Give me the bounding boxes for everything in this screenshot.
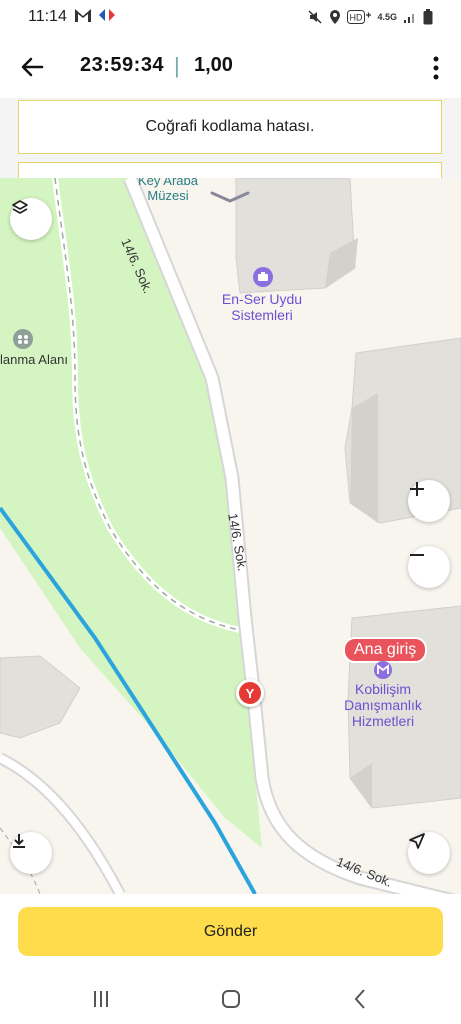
header-separator: | (174, 53, 180, 78)
carrefour-icon (99, 9, 115, 21)
gmail-icon (75, 9, 91, 22)
battery-icon (423, 9, 433, 25)
poi-en-ser-uydu[interactable]: En-Ser Uydu Sistemleri (212, 291, 312, 323)
park-area (0, 178, 262, 848)
status-left-icons (74, 7, 116, 23)
side-road (0, 752, 126, 894)
signal-icon (404, 14, 414, 23)
zoom-out-button[interactable] (408, 546, 450, 588)
map-view[interactable]: Key Araba Müzesi 14/6. Sok. En-Ser Uydu … (0, 178, 461, 894)
layers-icon (12, 200, 28, 214)
location-marker[interactable]: Y (236, 679, 264, 707)
svg-text:HD: HD (350, 13, 363, 23)
app-header: 23:59:34 | 1,00 (0, 36, 461, 98)
poi-en-ser-line2: Sistemleri (231, 307, 293, 323)
poi-kobilisim-line2: Danışmanlık (344, 697, 422, 713)
poi-kobilisim[interactable]: Kobilişim Danışmanlık Hizmetleri (333, 681, 433, 729)
briefcase-icon (253, 267, 273, 287)
zoom-in-button[interactable] (408, 480, 450, 522)
poi-kobilisim-line3: Hizmetleri (351, 713, 415, 729)
zoom-out-icon (410, 554, 424, 556)
poi-key-araba-line2: Müzesi (147, 188, 189, 203)
status-time: 11:14 (28, 8, 67, 25)
download-icon (13, 834, 25, 848)
marker-letter: Y (245, 685, 255, 701)
home-icon[interactable] (216, 986, 246, 1012)
status-right-icons: HD 4.5G (307, 9, 433, 25)
download-button[interactable] (10, 832, 52, 874)
poi-en-ser-line1: En-Ser Uydu (221, 291, 303, 307)
poi-key-araba-line1: Key Araba (138, 178, 198, 188)
hd-icon: HD (347, 10, 372, 24)
geocoding-error-message: Coğrafi kodlama hatası. (18, 100, 442, 154)
office-icon (374, 661, 392, 679)
navigate-button[interactable] (408, 832, 450, 874)
layers-button[interactable] (10, 198, 52, 240)
mute-icon (308, 10, 323, 24)
back-arrow-icon[interactable] (18, 52, 48, 82)
countdown-timer: 23:59:34 (80, 54, 165, 76)
park-area-label: lanma Alanı (0, 352, 68, 367)
zoom-in-icon (410, 482, 424, 496)
system-nav-bar (0, 974, 461, 1024)
park-icon (13, 329, 33, 349)
network-label: 4.5G (377, 12, 397, 22)
location-icon (330, 10, 341, 24)
status-bar: 11:14 HD 4.5G (0, 0, 461, 36)
poi-kobilisim-line1: Kobilişim (354, 681, 411, 697)
recent-apps-icon[interactable] (86, 986, 116, 1012)
bottom-action-area: Gönder (0, 894, 461, 974)
poi-key-araba-muzesi[interactable]: Key Araba Müzesi (128, 178, 208, 203)
back-icon[interactable] (346, 986, 376, 1012)
submit-button[interactable]: Gönder (18, 907, 443, 956)
more-options-icon[interactable] (427, 54, 445, 82)
header-value: 1,00 (194, 54, 233, 76)
navigate-icon (409, 833, 425, 849)
notice-panel: Coğrafi kodlama hatası. (0, 98, 461, 192)
